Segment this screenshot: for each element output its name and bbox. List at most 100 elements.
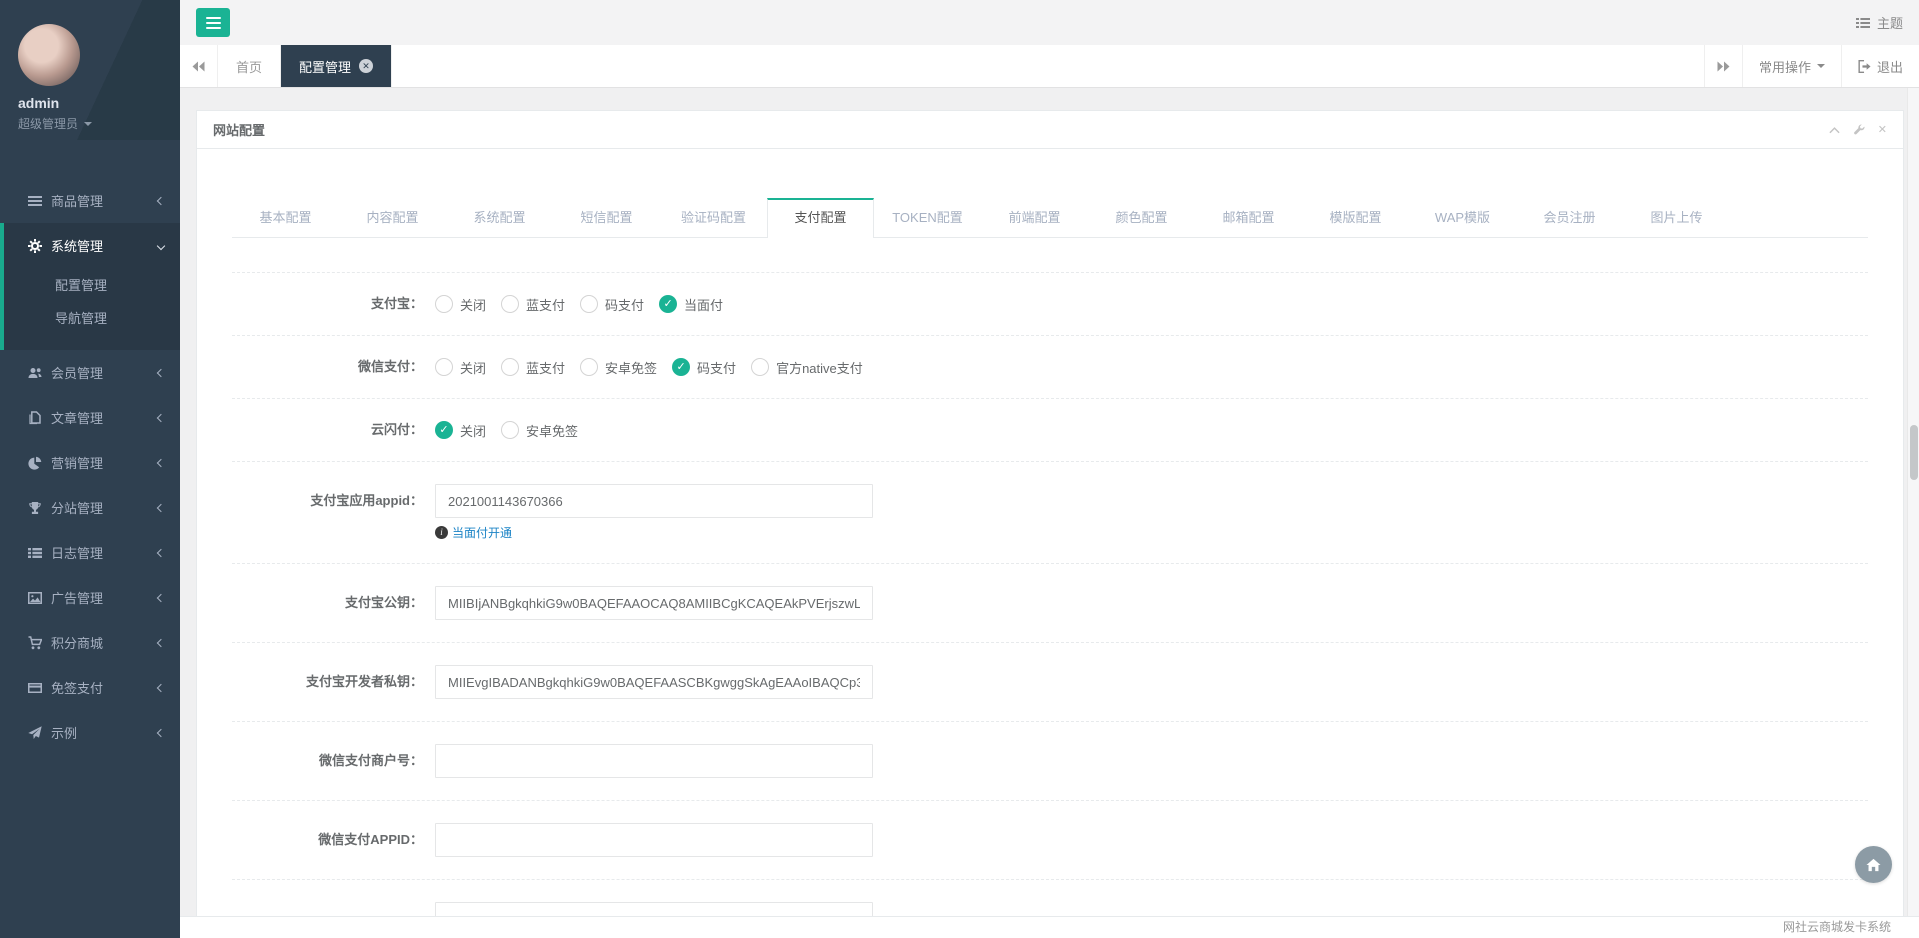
wrench-icon[interactable]: [1853, 124, 1865, 136]
radio-icon[interactable]: [501, 421, 519, 439]
logout-button[interactable]: 退出: [1841, 45, 1919, 87]
radio-option-selected[interactable]: 当面付: [659, 295, 723, 314]
wechat-appid-input[interactable]: [435, 823, 873, 857]
sidebar-item-substation[interactable]: 分站管理: [0, 485, 180, 530]
tab-system-config[interactable]: 系统配置: [446, 198, 553, 237]
form-row-wechat-appid: 微信支付APPID：: [232, 800, 1868, 879]
double-chevron-right-icon: [1717, 61, 1730, 72]
sidebar-item-marketing[interactable]: 营销管理: [0, 440, 180, 485]
sidebar-toggle-button[interactable]: [196, 8, 230, 37]
tab-basic-config[interactable]: 基本配置: [232, 198, 339, 237]
tab-content-config[interactable]: 内容配置: [339, 198, 446, 237]
face-to-face-pay-link[interactable]: 当面付开通: [452, 524, 512, 541]
sidebar-item-articles[interactable]: 文章管理: [0, 395, 180, 440]
username: admin: [18, 95, 180, 111]
radio-option[interactable]: 蓝支付: [501, 295, 565, 314]
radio-checked-icon[interactable]: [659, 295, 677, 313]
form-row-wechat-pay: 微信支付： 关闭 蓝支付 安卓免签 码支付 官方native支付: [232, 335, 1868, 398]
list-icon: [28, 546, 42, 560]
sidebar-item-members[interactable]: 会员管理: [0, 350, 180, 395]
sidebar-item-logs[interactable]: 日志管理: [0, 530, 180, 575]
sidebar-item-free-pay[interactable]: 免签支付: [0, 665, 180, 710]
radio-option[interactable]: 安卓免签: [580, 358, 657, 377]
tab-label: 首页: [236, 57, 262, 76]
radio-icon[interactable]: [435, 295, 453, 313]
radio-option[interactable]: 官方native支付: [751, 358, 863, 377]
field-help: i 当面付开通: [435, 524, 873, 541]
scrollbar-thumb[interactable]: [1910, 425, 1918, 480]
tab-frontend-config[interactable]: 前端配置: [981, 198, 1088, 237]
radio-option[interactable]: 码支付: [580, 295, 644, 314]
wechat-merchant-id-input[interactable]: [435, 744, 873, 778]
bars-icon: [28, 194, 42, 208]
theme-button[interactable]: 主题: [1856, 13, 1903, 32]
sidebar-item-ads[interactable]: 广告管理: [0, 575, 180, 620]
scroll-tabs-left-button[interactable]: [180, 45, 218, 87]
radio-label: 官方native支付: [776, 358, 863, 377]
field-label: 微信支付：: [232, 358, 429, 376]
tab-wap-template[interactable]: WAP模版: [1409, 198, 1516, 237]
user-role-label: 超级管理员: [18, 115, 78, 132]
tab-sms-config[interactable]: 短信配置: [553, 198, 660, 237]
radio-icon[interactable]: [501, 295, 519, 313]
radio-icon[interactable]: [435, 358, 453, 376]
theme-label: 主题: [1877, 13, 1903, 32]
radio-option[interactable]: 安卓免签: [501, 421, 578, 440]
radio-icon[interactable]: [751, 358, 769, 376]
radio-option[interactable]: 关闭: [435, 295, 486, 314]
avatar[interactable]: [18, 24, 80, 86]
radio-icon[interactable]: [501, 358, 519, 376]
radio-option[interactable]: 蓝支付: [501, 358, 565, 377]
radio-option[interactable]: 关闭: [435, 358, 486, 377]
radio-icon[interactable]: [580, 295, 598, 313]
radio-option-selected[interactable]: 码支付: [672, 358, 736, 377]
close-panel-icon[interactable]: ✕: [1878, 123, 1887, 136]
radio-icon[interactable]: [580, 358, 598, 376]
sidebar-item-example[interactable]: 示例: [0, 710, 180, 755]
alipay-appid-input[interactable]: [435, 484, 873, 518]
tab-config-management[interactable]: 配置管理 ✕: [281, 45, 392, 87]
sidebar-section-system: 系统管理 配置管理 导航管理: [0, 223, 180, 350]
common-actions-dropdown[interactable]: 常用操作: [1742, 45, 1841, 87]
image-icon: [28, 591, 42, 605]
sidebar-item-label: 积分商城: [51, 633, 158, 652]
sidebar-item-label: 营销管理: [51, 453, 158, 472]
trophy-icon: [28, 501, 42, 515]
form-row-unionpay: 云闪付： 关闭 安卓免签: [232, 398, 1868, 461]
radio-checked-icon[interactable]: [435, 421, 453, 439]
sidebar-item-goods[interactable]: 商品管理: [0, 178, 180, 223]
tab-color-config[interactable]: 颜色配置: [1088, 198, 1195, 237]
profile-section: admin 超级管理员: [0, 0, 180, 140]
collapse-panel-icon[interactable]: [1829, 126, 1840, 134]
chevron-left-icon: [157, 638, 165, 646]
alipay-private-key-input[interactable]: [435, 665, 873, 699]
tab-captcha-config[interactable]: 验证码配置: [660, 198, 767, 237]
tab-home[interactable]: 首页: [218, 45, 281, 87]
tab-image-upload[interactable]: 图片上传: [1623, 198, 1730, 237]
vertical-scrollbar[interactable]: [1907, 88, 1919, 938]
radio-option-selected[interactable]: 关闭: [435, 421, 486, 440]
chevron-left-icon: [157, 503, 165, 511]
sidebar-item-system[interactable]: 系统管理: [4, 223, 180, 268]
tab-payment-config[interactable]: 支付配置: [767, 198, 874, 238]
user-role-dropdown[interactable]: 超级管理员: [18, 115, 180, 132]
double-chevron-left-icon: [192, 61, 205, 72]
paper-plane-icon: [28, 726, 42, 740]
radio-checked-icon[interactable]: [672, 358, 690, 376]
close-tab-icon[interactable]: ✕: [359, 59, 373, 73]
tab-token-config[interactable]: TOKEN配置: [874, 198, 981, 237]
tab-member-register[interactable]: 会员注册: [1516, 198, 1623, 237]
sidebar-item-label: 文章管理: [51, 408, 158, 427]
sidebar-subitem-config[interactable]: 配置管理: [4, 268, 180, 301]
tab-mail-config[interactable]: 邮箱配置: [1195, 198, 1302, 237]
caret-down-icon: [1817, 64, 1825, 68]
sidebar-subitem-navigation[interactable]: 导航管理: [4, 301, 180, 334]
home-floating-button[interactable]: [1855, 846, 1892, 883]
scroll-tabs-right-button[interactable]: [1704, 45, 1742, 87]
chevron-left-icon: [157, 548, 165, 556]
copy-icon: [28, 411, 42, 425]
unionpay-radio-group: 关闭 安卓免签: [435, 421, 593, 439]
alipay-public-key-input[interactable]: [435, 586, 873, 620]
sidebar-item-points-mall[interactable]: 积分商城: [0, 620, 180, 665]
tab-template-config[interactable]: 模版配置: [1302, 198, 1409, 237]
